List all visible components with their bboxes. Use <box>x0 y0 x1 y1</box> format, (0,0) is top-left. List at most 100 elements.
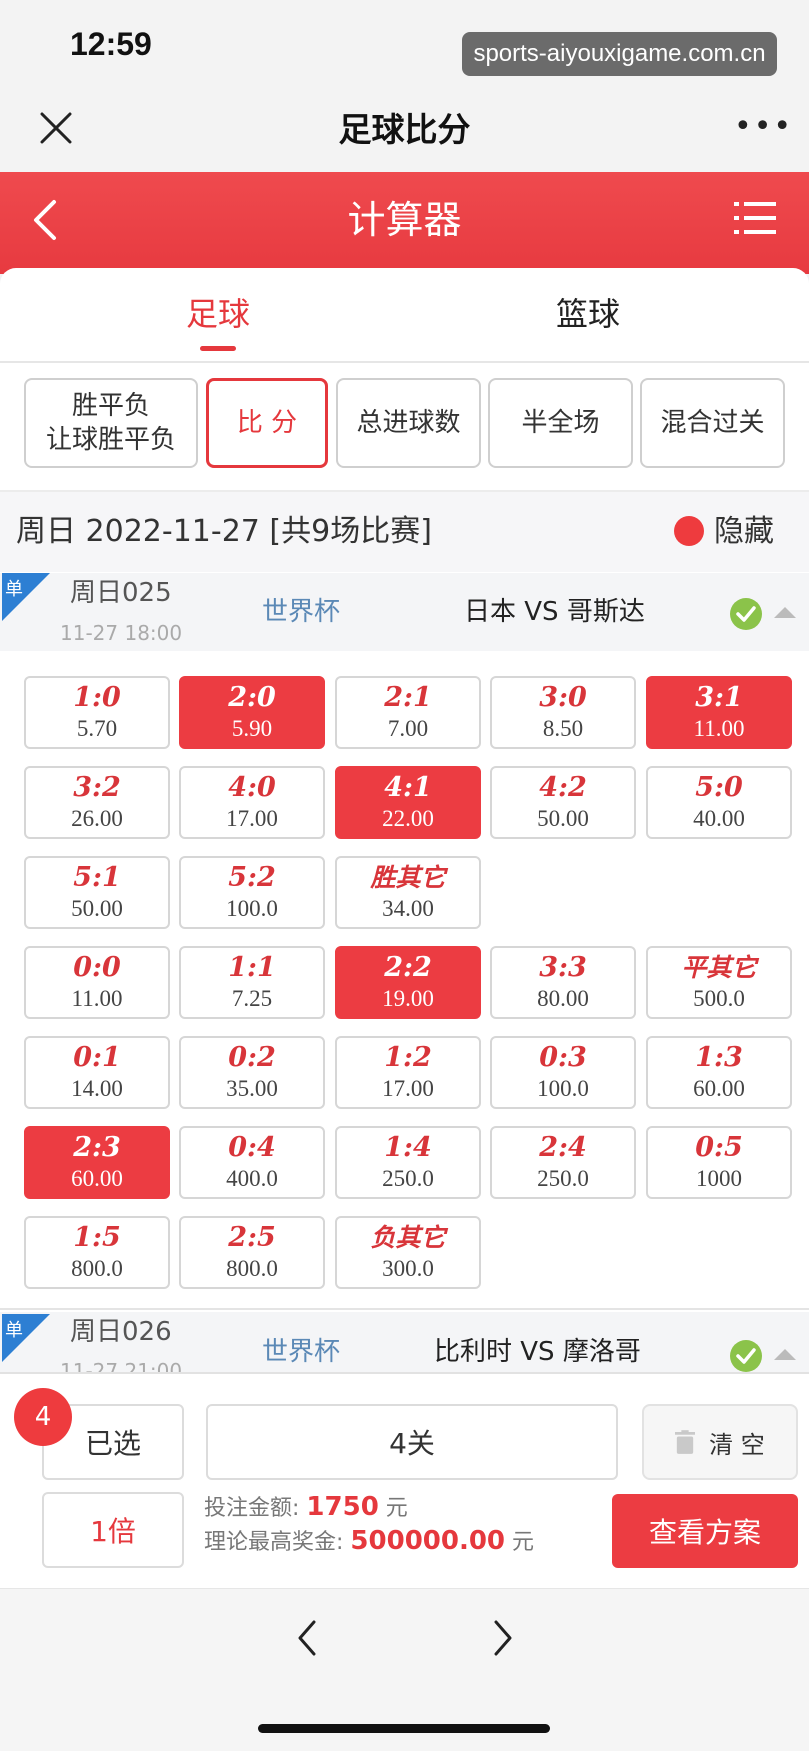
score-option[interactable]: 2:3 60.00 <box>24 1126 170 1199</box>
list-menu-icon[interactable] <box>734 200 776 236</box>
odds-value: 17.00 <box>226 805 278 831</box>
score-label: 4:2 <box>539 771 587 803</box>
playtype-win-draw-lose[interactable]: 胜平负 让球胜平负 <box>24 378 198 468</box>
odds-value: 800.0 <box>71 1255 123 1281</box>
score-option[interactable]: 0:4 400.0 <box>179 1126 325 1199</box>
score-option[interactable]: 2:0 5.90 <box>179 676 325 749</box>
score-option[interactable]: 1:5 800.0 <box>24 1216 170 1289</box>
more-options-icon[interactable]: ••• <box>734 112 793 142</box>
clear-button[interactable]: 清 空 <box>642 1404 798 1480</box>
score-option[interactable]: 0:5 1000 <box>646 1126 792 1199</box>
score-option[interactable]: 0:0 11.00 <box>24 946 170 1019</box>
score-option[interactable]: 1:1 7.25 <box>179 946 325 1019</box>
odds-value: 17.00 <box>382 1075 434 1101</box>
hide-toggle-label[interactable]: 隐藏 <box>714 512 774 552</box>
score-option[interactable]: 负其它 300.0 <box>335 1216 481 1289</box>
status-time: 12:59 <box>70 26 152 62</box>
score-option[interactable]: 1:3 60.00 <box>646 1036 792 1109</box>
single-badge-icon: 单 <box>2 1314 50 1362</box>
score-option[interactable]: 2:5 800.0 <box>179 1216 325 1289</box>
tab-basketball[interactable]: 篮球 <box>556 292 620 336</box>
score-option[interactable]: 4:1 22.00 <box>335 766 481 839</box>
clear-label: 清 空 <box>709 1430 765 1459</box>
playtype-total-goals[interactable]: 总进球数 <box>336 378 481 468</box>
score-option[interactable]: 4:0 17.00 <box>179 766 325 839</box>
bet-amount-value: 1750 <box>306 1492 379 1522</box>
collapse-triangle-icon[interactable] <box>774 607 796 618</box>
watermark-url: sports-aiyouxigame.com.cn <box>462 32 777 76</box>
score-option[interactable]: 3:2 26.00 <box>24 766 170 839</box>
score-option[interactable]: 平其它 500.0 <box>646 946 792 1019</box>
hide-toggle-dot[interactable] <box>674 516 704 546</box>
playtype-half-full[interactable]: 半全场 <box>488 378 633 468</box>
score-label: 2:5 <box>228 1221 276 1253</box>
score-option[interactable]: 1:2 17.00 <box>335 1036 481 1109</box>
score-option[interactable]: 2:2 19.00 <box>335 946 481 1019</box>
playtype-label: 胜平负 <box>71 391 150 421</box>
score-label: 3:2 <box>73 771 121 803</box>
score-option[interactable]: 3:0 8.50 <box>490 676 636 749</box>
score-option[interactable]: 2:1 7.00 <box>335 676 481 749</box>
check-icon <box>730 1340 762 1372</box>
playtype-mixed-parlay[interactable]: 混合过关 <box>640 378 785 468</box>
tab-football[interactable]: 足球 <box>186 292 250 336</box>
bet-amount-line: 投注金额: 1750 元 <box>204 1490 408 1526</box>
score-label: 0:0 <box>73 951 121 983</box>
score-label: 1:2 <box>384 1041 432 1073</box>
nav-back-icon[interactable] <box>292 1616 322 1660</box>
score-option[interactable]: 5:1 50.00 <box>24 856 170 929</box>
match-time: 11-27 21:00 <box>60 1359 183 1372</box>
score-option[interactable]: 1:4 250.0 <box>335 1126 481 1199</box>
score-option[interactable]: 3:3 80.00 <box>490 946 636 1019</box>
odds-value: 11.00 <box>693 715 745 741</box>
match-teams: 比利时 VS 摩洛哥 <box>434 1337 641 1367</box>
score-option[interactable]: 2:4 250.0 <box>490 1126 636 1199</box>
collapse-triangle-icon[interactable] <box>774 1349 796 1360</box>
score-option[interactable]: 胜其它 34.00 <box>335 856 481 929</box>
odds-value: 60.00 <box>71 1165 123 1191</box>
date-label: 周日 2022-11-27 [共9场比赛] <box>16 514 432 549</box>
score-label: 平其它 <box>681 952 757 982</box>
score-label: 1:5 <box>73 1221 121 1253</box>
score-label: 0:1 <box>73 1041 121 1073</box>
score-label: 5:1 <box>73 861 121 893</box>
score-label: 1:4 <box>384 1131 432 1163</box>
odds-value: 100.0 <box>537 1075 589 1101</box>
score-option[interactable]: 0:1 14.00 <box>24 1036 170 1109</box>
view-scheme-button[interactable]: 查看方案 <box>612 1494 798 1568</box>
nav-forward-icon[interactable] <box>488 1616 518 1660</box>
score-option[interactable]: 5:0 40.00 <box>646 766 792 839</box>
bet-amount-unit: 元 <box>385 1496 408 1521</box>
playtype-correct-score[interactable]: 比 分 <box>206 378 328 468</box>
score-option[interactable]: 1:0 5.70 <box>24 676 170 749</box>
score-option[interactable]: 0:3 100.0 <box>490 1036 636 1109</box>
score-option[interactable]: 4:2 50.00 <box>490 766 636 839</box>
check-icon <box>730 598 762 630</box>
odds-value: 5.90 <box>231 715 273 741</box>
score-option[interactable]: 3:1 11.00 <box>646 676 792 749</box>
score-option[interactable]: 5:2 100.0 <box>179 856 325 929</box>
score-label: 2:3 <box>73 1131 121 1163</box>
odds-value: 300.0 <box>382 1255 434 1281</box>
score-label: 2:1 <box>384 681 432 713</box>
score-label: 胜其它 <box>370 862 446 892</box>
pass-type-select[interactable]: 4关 <box>206 1404 618 1480</box>
playtype-label: 混合过关 <box>660 408 765 438</box>
match-league: 世界杯 <box>262 1337 341 1367</box>
score-label: 2:4 <box>539 1131 587 1163</box>
playtype-label: 总进球数 <box>356 408 461 438</box>
multiple-input[interactable]: 1倍 <box>42 1492 184 1568</box>
svg-text:单: 单 <box>5 1320 23 1341</box>
score-option[interactable]: 0:2 35.00 <box>179 1036 325 1109</box>
odds-value: 19.00 <box>382 985 434 1011</box>
score-label: 0:4 <box>228 1131 276 1163</box>
wechat-page-title: 足球比分 <box>338 110 471 149</box>
playtype-label: 半全场 <box>521 408 600 438</box>
score-label: 2:0 <box>228 681 276 713</box>
odds-value: 60.00 <box>693 1075 745 1101</box>
match-code: 周日025 <box>70 578 172 608</box>
score-label: 3:3 <box>539 951 587 983</box>
divider <box>0 361 809 363</box>
trash-icon <box>675 1430 696 1454</box>
active-tab-indicator <box>200 346 236 351</box>
